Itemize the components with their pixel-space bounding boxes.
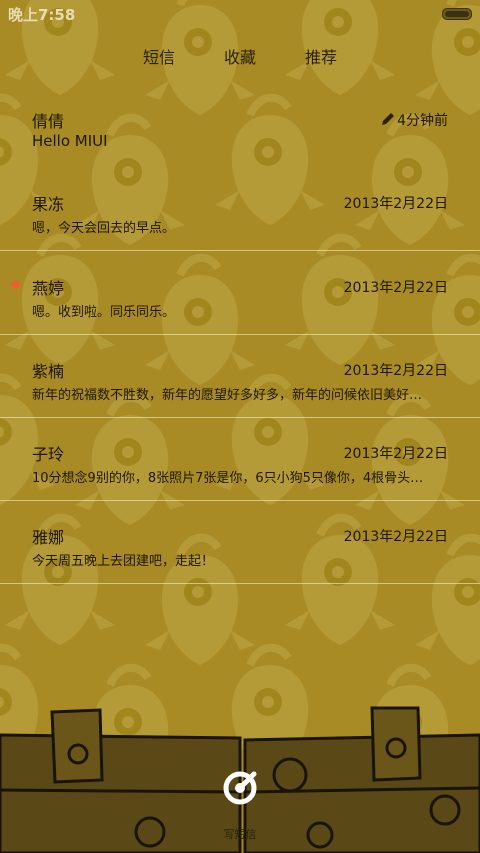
conversation-item-qianqian[interactable]: 倩倩 4分钟前 Hello MIUI: [0, 84, 480, 167]
contact-name: 子玲: [32, 445, 65, 464]
compose-label[interactable]: 写短信: [0, 826, 480, 842]
message-time: 4分钟前: [397, 113, 448, 129]
conversation-item-yanting[interactable]: 燕婷 2013年2月22日 嗯。收到啦。同乐同乐。: [0, 251, 480, 335]
tab-favorites[interactable]: 收藏: [224, 44, 256, 68]
tab-recommended[interactable]: 推荐: [305, 44, 337, 68]
message-time: 2013年2月22日: [343, 196, 448, 212]
message-preview: 新年的祝福数不胜数，新年的愿望好多好多，新年的问候依旧美好…: [32, 388, 423, 403]
contact-name: 倩倩: [32, 112, 65, 131]
status-time: 晚上7:58: [8, 6, 76, 24]
message-preview: 今天周五晚上去团建吧，走起！: [32, 554, 215, 569]
unread-indicator: [11, 280, 20, 289]
contact-name: 果冻: [32, 195, 65, 214]
contact-name: 雅娜: [32, 528, 65, 547]
message-preview: Hello MIUI: [32, 132, 108, 150]
status-bar: 晚上7:58: [0, 0, 480, 28]
message-time: 2013年2月22日: [343, 529, 448, 545]
battery-icon: [442, 8, 472, 20]
conversation-item-yana[interactable]: 雅娜 2013年2月22日 今天周五晚上去团建吧，走起！: [0, 500, 480, 584]
pencil-icon: [382, 113, 394, 125]
message-time: 2013年2月22日: [343, 363, 448, 379]
conversation-item-zinan[interactable]: 紫楠 2013年2月22日 新年的祝福数不胜数，新年的愿望好多好多，新年的问候依…: [0, 334, 480, 418]
compose-icon[interactable]: [222, 770, 258, 806]
message-preview: 10分想念9别的你，8张照片7张是你，6只小狗5只像你，4根骨头…: [32, 471, 424, 486]
message-time: 2013年2月22日: [343, 446, 448, 462]
conversation-item-guodong[interactable]: 果冻 2013年2月22日 嗯，今天会回去的早点。: [0, 167, 480, 251]
contact-name: 紫楠: [32, 362, 65, 381]
message-preview: 嗯。收到啦。同乐同乐。: [32, 305, 176, 320]
contact-name: 燕婷: [32, 279, 65, 298]
tab-messages[interactable]: 短信: [143, 44, 175, 68]
message-preview: 嗯，今天会回去的早点。: [32, 221, 176, 236]
tab-bar: 短信 收藏 推荐: [0, 44, 480, 72]
message-time: 2013年2月22日: [343, 280, 448, 296]
conversation-item-ziling[interactable]: 子玲 2013年2月22日 10分想念9别的你，8张照片7张是你，6只小狗5只像…: [0, 417, 480, 501]
